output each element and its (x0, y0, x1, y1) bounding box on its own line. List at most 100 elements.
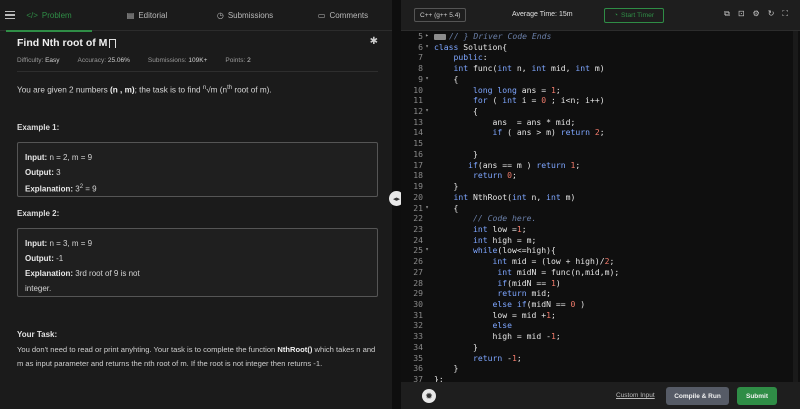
code-line[interactable]: 7 public: (401, 52, 800, 63)
code-text: high = mid -1; (434, 331, 561, 342)
example-2-explanation: Explanation: 3rd root of 9 is not (25, 266, 370, 281)
fold-arrow-icon[interactable]: ▸ (423, 31, 431, 42)
code-line[interactable]: 23 int low =1; (401, 224, 800, 235)
code-line[interactable]: 12 ▾ { (401, 106, 800, 117)
copy-icon[interactable]: ⧉ (724, 9, 730, 19)
code-text: if(ans == m ) return 1; (468, 159, 581, 170)
line-number: 23 (413, 223, 423, 234)
editor-toolbar: C++ (g++ 5.4) Average Time: 15m ◔ Start … (401, 0, 800, 31)
code-line[interactable]: 25 ▾ while(low<=high){ (401, 245, 800, 256)
code-text: int mid = (low + high)/2; (492, 256, 615, 267)
line-number: 22 (413, 213, 423, 224)
fold-arrow-icon[interactable]: ▾ (423, 245, 431, 256)
code-line[interactable]: 14 if ( ans > m) return 2; (401, 127, 800, 138)
expand-icon[interactable]: ⊡ (738, 9, 745, 19)
code-line[interactable]: 19 } (401, 181, 800, 192)
fold-arrow-icon[interactable]: ▾ (423, 106, 431, 117)
fold-gutter (423, 63, 431, 74)
code-text: int NthRoot(int n, int m) (453, 191, 576, 202)
code-line[interactable]: 15 (401, 138, 800, 149)
code-line[interactable]: 5 ▸// } Driver Code Ends (401, 31, 800, 42)
custom-input-link[interactable]: Custom Input (616, 392, 655, 399)
code-line[interactable]: 24 int high = m; (401, 235, 800, 246)
line-number: 34 (413, 341, 423, 352)
code-line[interactable]: 18 return 0; (401, 170, 800, 181)
code-line[interactable]: 33 high = mid -1; (401, 331, 800, 342)
code-line[interactable]: 6 ▾ class Solution{ (401, 42, 800, 53)
code-line[interactable]: 16 } (401, 149, 800, 160)
average-time: Average Time: 15m (512, 11, 573, 18)
code-line[interactable]: 8 int func(int n, int mid, int m) (401, 63, 800, 74)
fold-gutter (423, 278, 431, 289)
input-label: Input: (25, 153, 48, 162)
fold-gutter (423, 181, 431, 192)
tab-problem[interactable]: </> Problem (0, 0, 98, 32)
code-text: }; (434, 374, 444, 382)
code-line[interactable]: 29 return mid; (401, 288, 800, 299)
timer-icon: ◔ (613, 12, 618, 19)
code-line[interactable]: 32 else (401, 320, 800, 331)
fold-arrow-icon[interactable]: ▾ (423, 42, 431, 53)
line-number: 20 (413, 191, 423, 202)
code-text: // } Driver Code Ends (431, 31, 551, 42)
fold-gutter (423, 299, 431, 310)
code-line[interactable]: 27 int midN = func(n,mid,m); (401, 267, 800, 278)
code-line[interactable]: 31 low = mid +1; (401, 310, 800, 321)
code-line[interactable]: 35 return -1; (401, 353, 800, 364)
fold-gutter (423, 138, 431, 149)
line-number: 10 (413, 84, 423, 95)
code-line[interactable]: 13 ans = ans * mid; (401, 117, 800, 128)
code-line[interactable]: 20 int NthRoot(int n, int m) (401, 192, 800, 203)
line-number: 19 (413, 181, 423, 192)
fold-gutter (423, 192, 431, 203)
fold-gutter (423, 363, 431, 374)
code-line[interactable]: 28 if(midN == 1) (401, 278, 800, 289)
code-line[interactable]: 30 else if(midN == 0 ) (401, 299, 800, 310)
code-line[interactable]: 21 ▾ { (401, 203, 800, 214)
line-number: 9 (418, 73, 423, 84)
code-text: { (434, 202, 459, 213)
start-timer-button[interactable]: ◔ Start Timer (604, 8, 664, 23)
editor-scrollbar[interactable] (793, 31, 798, 382)
code-text: { (434, 73, 459, 84)
fold-arrow-icon[interactable]: ▾ (423, 74, 431, 85)
task-text: You don't need to read or print anyhting… (17, 345, 278, 354)
fullscreen-icon[interactable]: ⛶ (782, 9, 788, 19)
line-number: 35 (413, 352, 423, 363)
line-number: 17 (413, 159, 423, 170)
fold-gutter (423, 320, 431, 331)
example-2-explanation-cont: integer. (25, 284, 52, 293)
output-label: Output: (25, 254, 54, 263)
input-label: Input: (25, 239, 48, 248)
bug-report-icon[interactable]: ✱ (370, 36, 378, 47)
output-value: 3 (53, 168, 61, 177)
code-line[interactable]: 11 for ( int i = 0 ; i<n; i++) (401, 95, 800, 106)
tab-comments[interactable]: ▭ Comments (294, 0, 392, 31)
submit-button[interactable]: Submit (737, 387, 777, 405)
compile-run-button[interactable]: Compile & Run (666, 387, 729, 405)
problem-panel: </> Problem ▤ Editorial ◷ Submissions ▭ … (0, 0, 392, 409)
fold-arrow-icon[interactable]: ▾ (423, 203, 431, 214)
bookmark-icon[interactable] (109, 38, 117, 48)
code-line[interactable]: 26 int mid = (low + high)/2; (401, 256, 800, 267)
tab-editorial[interactable]: ▤ Editorial (98, 0, 196, 31)
code-text: int func(int n, int mid, int m) (453, 63, 605, 74)
code-line[interactable]: 34 } (401, 342, 800, 353)
reset-icon[interactable]: ↻ (768, 9, 775, 19)
code-line[interactable]: 36 } (401, 363, 800, 374)
language-select[interactable]: C++ (g++ 5.4) (414, 8, 467, 22)
code-text: low = mid +1; (434, 309, 556, 320)
code-line[interactable]: 9 ▾ { (401, 74, 800, 85)
example-1-box: Input: n = 2, m = 9 Output: 3 Explanatio… (17, 142, 378, 197)
code-line[interactable]: 17 if(ans == m ) return 1; (401, 160, 800, 171)
settings-icon[interactable]: ⚙ (753, 9, 760, 19)
accuracy: Accuracy: 25.06% (78, 57, 130, 64)
code-line[interactable]: 22 // Code here. (401, 213, 800, 224)
code-line[interactable]: 10 long long ans = 1; (401, 85, 800, 96)
code-line[interactable]: 37}; (401, 374, 800, 382)
tab-submissions[interactable]: ◷ Submissions (196, 0, 294, 31)
code-editor[interactable]: 5 ▸// } Driver Code Ends 6 ▾ class Solution{… (401, 31, 800, 382)
ai-assist-icon[interactable]: ✹ (422, 389, 436, 403)
example-1-explanation: Explanation: 32 = 9 (25, 180, 370, 197)
